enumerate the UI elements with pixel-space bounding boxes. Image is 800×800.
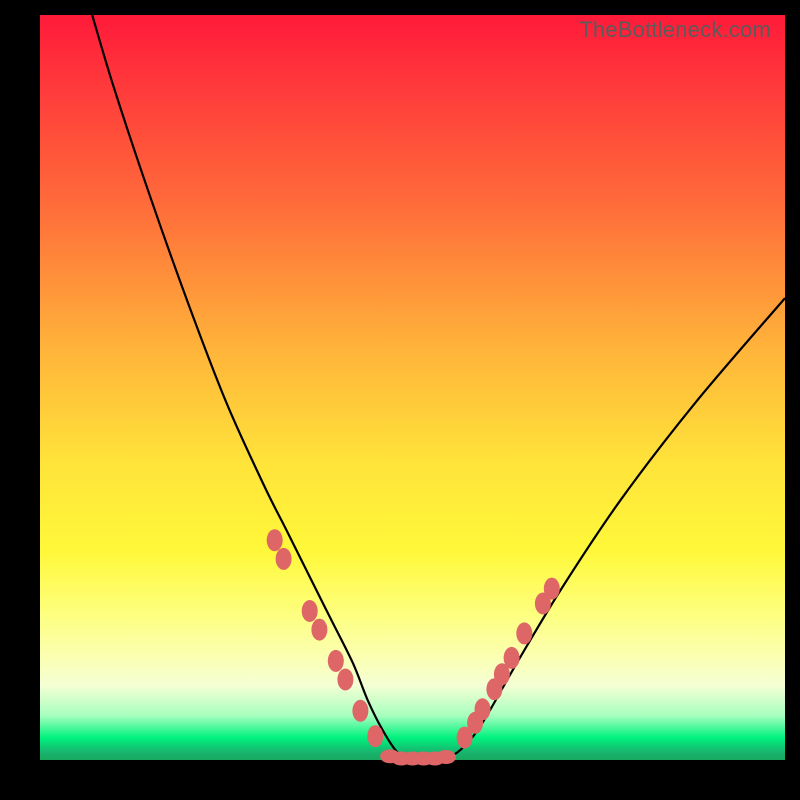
- data-marker: [544, 578, 560, 600]
- data-marker: [302, 600, 318, 622]
- data-marker: [337, 669, 353, 691]
- data-marker: [328, 650, 344, 672]
- right-arm-markers: [457, 578, 560, 749]
- data-marker: [311, 619, 327, 641]
- data-marker: [367, 725, 383, 747]
- chart-area: TheBottleneck.com: [40, 15, 785, 760]
- data-marker: [436, 750, 456, 764]
- left-arm-markers: [267, 529, 384, 747]
- flat-markers: [380, 749, 456, 765]
- data-marker: [276, 548, 292, 570]
- data-marker: [516, 622, 532, 644]
- bottleneck-chart-svg: [40, 15, 785, 760]
- data-marker: [475, 698, 491, 720]
- data-marker: [267, 529, 283, 551]
- bottleneck-curve-path: [92, 15, 785, 761]
- data-marker: [352, 700, 368, 722]
- data-marker: [504, 647, 520, 669]
